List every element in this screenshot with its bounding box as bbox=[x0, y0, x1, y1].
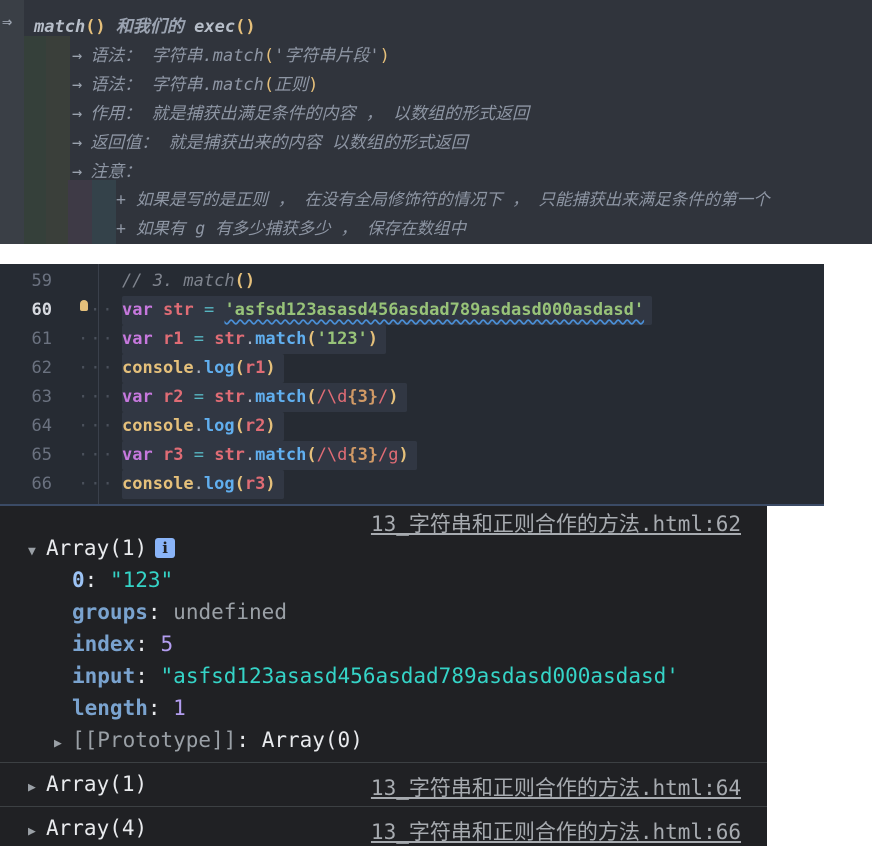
source-link[interactable]: 13_字符串和正则合作的方法.html:66 bbox=[371, 816, 741, 846]
code-line[interactable]: 62 ··· console.log(r1) bbox=[0, 354, 824, 383]
array-property: index: 5 bbox=[72, 632, 174, 656]
code-content[interactable]: // 3. match() bbox=[122, 267, 255, 296]
notes-sub-line: + 如果有 g 有多少捕获多少 ， 保存在数组中 bbox=[116, 219, 467, 238]
code-line[interactable]: 66 ··· console.log(r3) bbox=[0, 470, 824, 499]
array-expanded-header[interactable]: ▼ Array(1) i bbox=[28, 536, 176, 560]
line-number: 60 bbox=[31, 300, 52, 320]
line-number: 62 bbox=[31, 358, 52, 378]
line-number: 65 bbox=[31, 445, 52, 465]
lightbulb-icon[interactable] bbox=[80, 300, 88, 311]
devtools-console: 13_字符串和正则合作的方法.html:62 ▼ Array(1) i 0: "12… bbox=[0, 506, 767, 846]
line-number: 59 bbox=[31, 271, 52, 291]
code-line-active[interactable]: 60 ·· var str = 'asfsd123asasd456asdad78… bbox=[0, 296, 824, 325]
array-collapsed-row[interactable]: ▶ Array(1) bbox=[28, 772, 147, 796]
array-property: input: "asfsd123asasd456asdad789asdasd00… bbox=[72, 664, 679, 688]
code-line[interactable]: 59 // 3. match() bbox=[0, 267, 824, 296]
code-line[interactable]: 64 ··· console.log(r2) bbox=[0, 412, 824, 441]
line-number: 64 bbox=[31, 416, 52, 436]
code-line[interactable]: 61 ··· var r1 = str.match('123') bbox=[0, 325, 824, 354]
array-property: groups: undefined bbox=[72, 600, 287, 624]
source-link[interactable]: 13_字符串和正则合作的方法.html:64 bbox=[371, 772, 741, 802]
prototype-row[interactable]: ▶ [[Prototype]]: Array(0) bbox=[54, 728, 363, 752]
console-separator bbox=[0, 806, 767, 807]
info-icon[interactable]: i bbox=[155, 538, 176, 558]
whitespace-dots: ·· bbox=[90, 300, 115, 320]
line-number: 63 bbox=[31, 387, 52, 407]
triangle-right-icon[interactable]: ▶ bbox=[54, 736, 72, 751]
arrow-right-icon: → bbox=[72, 75, 83, 95]
notes-line: → 语法： 字符串.match('字符串片段') bbox=[72, 46, 390, 66]
indent-guide bbox=[0, 0, 24, 244]
notes-sub-line: + 如果是写的是正则 ， 在没有全局修饰符的情况下 ， 只能捕获出来满足条件的第… bbox=[116, 190, 770, 209]
code-content[interactable]: var r2 = str.match(/\d{3}/) bbox=[122, 383, 407, 412]
triangle-down-icon[interactable]: ▼ bbox=[28, 544, 46, 559]
array-property: 0: "123" bbox=[72, 568, 174, 592]
indent-guide bbox=[92, 180, 116, 244]
notes-line: → 注意： bbox=[72, 162, 142, 182]
code-content[interactable]: var r1 = str.match('123') bbox=[122, 325, 387, 354]
arrow-right-icon: → bbox=[72, 162, 83, 182]
console-separator bbox=[0, 762, 767, 763]
indent-guide bbox=[24, 36, 48, 244]
notes-line: → 返回值： 就是捕获出来的内容 以数组的形式返回 bbox=[72, 133, 468, 153]
code-line[interactable]: 63 ··· var r2 = str.match(/\d{3}/) bbox=[0, 383, 824, 412]
whitespace-dots: ··· bbox=[78, 387, 115, 407]
source-link[interactable]: 13_字符串和正则合作的方法.html:62 bbox=[371, 508, 741, 538]
code-line[interactable]: 65 ··· var r3 = str.match(/\d{3}/g) bbox=[0, 441, 824, 470]
triangle-right-icon[interactable]: ▶ bbox=[28, 780, 46, 795]
arrow-right-icon: → bbox=[72, 104, 83, 124]
code-editor[interactable]: 59 // 3. match() 60 ·· var str = 'asfsd1… bbox=[0, 264, 824, 506]
whitespace-dots: ··· bbox=[78, 416, 115, 436]
string-literal: 'asfsd123asasd456asdad789asdasd000asdasd… bbox=[224, 300, 645, 320]
array-property: length: 1 bbox=[72, 696, 186, 720]
line-number: 66 bbox=[31, 474, 52, 494]
indent-guide bbox=[68, 180, 92, 244]
whitespace-dots: ··· bbox=[78, 445, 115, 465]
arrow-right-icon: → bbox=[72, 133, 83, 153]
code-content[interactable]: console.log(r1) bbox=[122, 354, 284, 383]
indent-guide bbox=[46, 36, 70, 244]
code-content[interactable]: console.log(r2) bbox=[122, 412, 284, 441]
double-arrow-icon: ⇒ bbox=[2, 12, 13, 32]
code-content[interactable]: var r3 = str.match(/\d{3}/g) bbox=[122, 441, 417, 470]
whitespace-dots: ··· bbox=[78, 329, 115, 349]
triangle-right-icon[interactable]: ▶ bbox=[28, 824, 46, 839]
array-collapsed-row[interactable]: ▶ Array(4) bbox=[28, 816, 147, 840]
notes-line: → 作用： 就是捕获出满足条件的内容 ， 以数组的形式返回 bbox=[72, 104, 529, 124]
line-number: 61 bbox=[31, 329, 52, 349]
whitespace-dots: ··· bbox=[78, 358, 115, 378]
notes-header: ⇒ match() 和我们的 exec() bbox=[2, 12, 256, 37]
arrow-right-icon: → bbox=[72, 46, 83, 66]
code-content[interactable]: console.log(r3) bbox=[122, 470, 284, 499]
notes-line: → 语法： 字符串.match(正则) bbox=[72, 75, 319, 95]
whitespace-dots: ··· bbox=[78, 474, 115, 494]
comment-notes-panel: ⇒ match() 和我们的 exec() → 语法： 字符串.match('字符… bbox=[0, 0, 872, 244]
code-content[interactable]: var str = 'asfsd123asasd456asdad789asdas… bbox=[122, 296, 653, 325]
